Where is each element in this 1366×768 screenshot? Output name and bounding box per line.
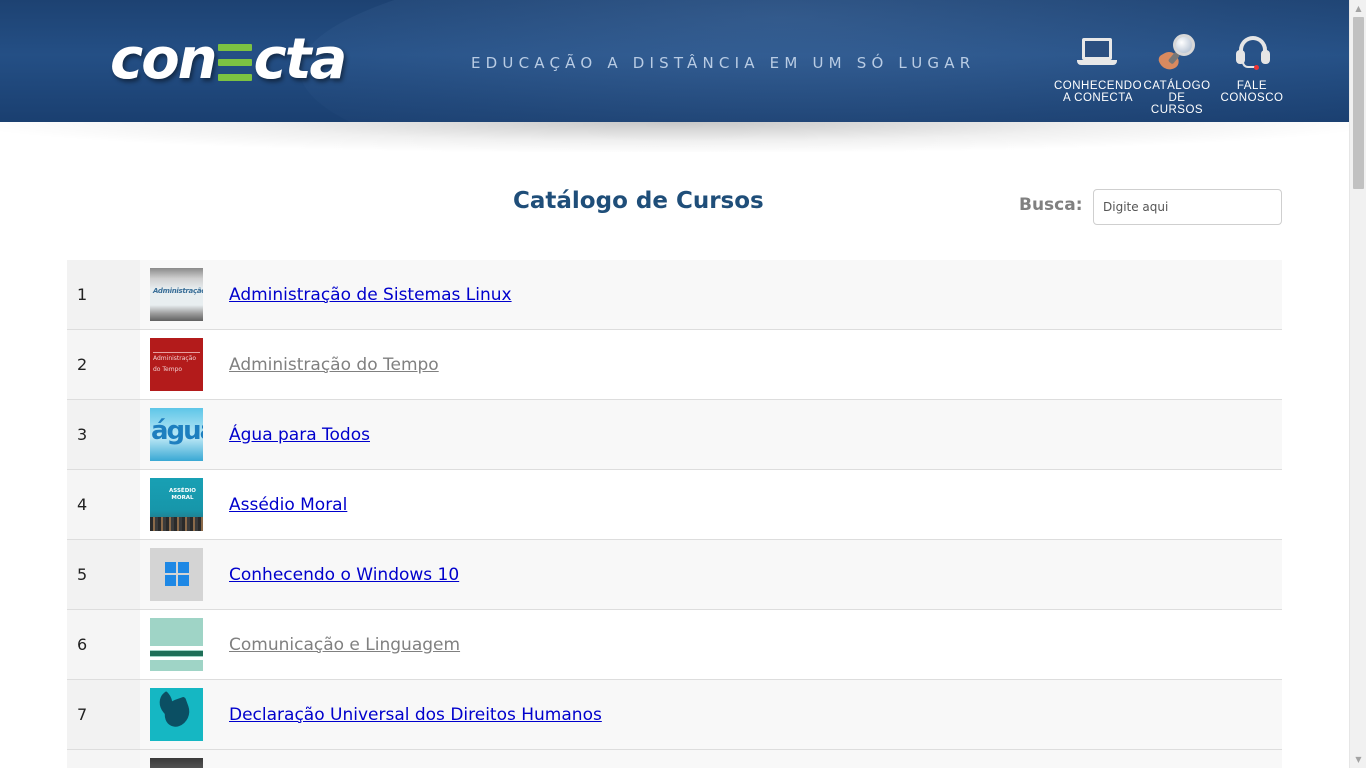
course-link[interactable]: Assédio Moral bbox=[229, 495, 347, 515]
course-thumbnail[interactable]: Administração do Tempo bbox=[150, 338, 203, 391]
header-shadow bbox=[0, 122, 1349, 152]
nav-conhecendo-a-conecta[interactable]: CONHECENDO A CONECTA bbox=[1052, 34, 1144, 116]
row-number: 3 bbox=[67, 400, 140, 469]
table-row[interactable]: 4 ASSÉDIO MORAL Assédio Moral bbox=[67, 470, 1282, 540]
conecta-logo[interactable]: con cta bbox=[110, 26, 348, 92]
nav-label: CATÁLOGO DE CURSOS bbox=[1143, 80, 1211, 116]
logo-text-start: con bbox=[110, 26, 218, 92]
course-link[interactable]: Administração de Sistemas Linux bbox=[229, 285, 512, 305]
row-number: 7 bbox=[67, 680, 140, 749]
course-link[interactable]: Água para Todos bbox=[229, 425, 370, 445]
nav-label: FALE CONOSCO bbox=[1220, 80, 1284, 104]
scroll-down-arrow-icon[interactable]: ▼ bbox=[1350, 751, 1366, 768]
course-link[interactable]: Comunicação e Linguagem bbox=[229, 635, 460, 655]
course-thumbnail[interactable] bbox=[150, 548, 203, 601]
course-link[interactable]: Declaração Universal dos Direitos Humano… bbox=[229, 705, 602, 725]
table-row[interactable]: 6 Comunicação e Linguagem bbox=[67, 610, 1282, 680]
course-table: 1 Administração Administração de Sistema… bbox=[67, 260, 1282, 768]
laptop-icon bbox=[1076, 34, 1120, 76]
search-label: Busca: bbox=[1019, 195, 1083, 215]
table-row[interactable]: 5 Conhecendo o Windows 10 bbox=[67, 540, 1282, 610]
windows-logo-icon bbox=[165, 562, 189, 586]
table-row[interactable]: 3 água Água para Todos bbox=[67, 400, 1282, 470]
row-number: 5 bbox=[67, 540, 140, 609]
course-link[interactable]: Administração do Tempo bbox=[229, 355, 439, 375]
nav-catalogo-de-cursos[interactable]: CATÁLOGO DE CURSOS bbox=[1143, 34, 1211, 116]
course-thumbnail[interactable] bbox=[150, 758, 203, 768]
nav-label: CONHECENDO A CONECTA bbox=[1053, 80, 1143, 104]
nav-fale-conosco[interactable]: FALE CONOSCO bbox=[1210, 34, 1294, 116]
row-number: 1 bbox=[67, 260, 140, 329]
vertical-scrollbar[interactable]: ▲ ▼ bbox=[1349, 0, 1366, 768]
search-input[interactable] bbox=[1093, 189, 1282, 225]
header-tagline: EDUCAÇÃO A DISTÂNCIA EM UM SÓ LUGAR bbox=[471, 54, 976, 72]
table-row-partial[interactable] bbox=[67, 750, 1282, 768]
course-thumbnail[interactable] bbox=[150, 688, 203, 741]
row-number: 6 bbox=[67, 610, 140, 679]
row-number bbox=[67, 750, 140, 768]
page-title: Catálogo de Cursos bbox=[513, 188, 764, 214]
course-link[interactable]: Conhecendo o Windows 10 bbox=[229, 565, 459, 585]
scroll-up-arrow-icon[interactable]: ▲ bbox=[1350, 0, 1366, 17]
magnifier-icon bbox=[1155, 34, 1199, 76]
header-nav: CONHECENDO A CONECTA CATÁLOGO DE CURSOS … bbox=[1052, 34, 1294, 116]
row-number: 2 bbox=[67, 330, 140, 399]
course-thumbnail[interactable]: ASSÉDIO MORAL bbox=[150, 478, 203, 531]
logo-e-mark-icon bbox=[217, 44, 252, 82]
scrollbar-thumb[interactable] bbox=[1353, 17, 1364, 189]
course-thumbnail[interactable]: água bbox=[150, 408, 203, 461]
course-thumbnail[interactable]: Administração bbox=[150, 268, 203, 321]
headset-icon bbox=[1230, 34, 1274, 76]
row-number: 4 bbox=[67, 470, 140, 539]
site-header: con cta EDUCAÇÃO A DISTÂNCIA EM UM SÓ LU… bbox=[0, 0, 1349, 122]
table-row[interactable]: 1 Administração Administração de Sistema… bbox=[67, 260, 1282, 330]
course-thumbnail[interactable] bbox=[150, 618, 203, 671]
logo-text-end: cta bbox=[253, 26, 348, 92]
table-row[interactable]: 2 Administração do Tempo Administração d… bbox=[67, 330, 1282, 400]
table-row[interactable]: 7 Declaração Universal dos Direitos Huma… bbox=[67, 680, 1282, 750]
